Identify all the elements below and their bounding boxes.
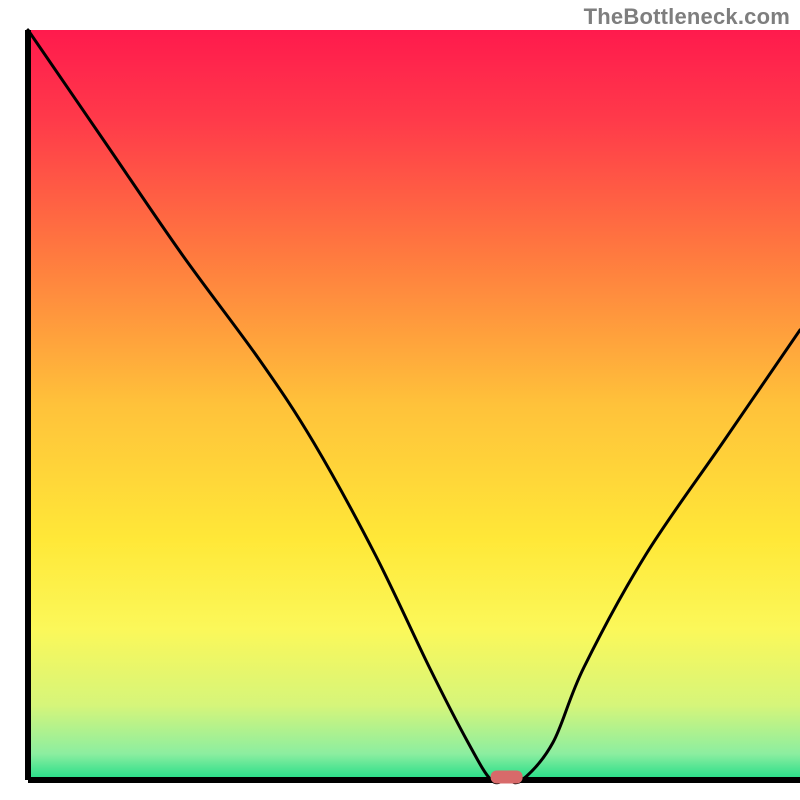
plot-background — [28, 30, 800, 780]
optimal-marker — [491, 771, 523, 784]
attribution-text: TheBottleneck.com — [584, 4, 790, 30]
bottleneck-chart — [0, 0, 800, 800]
chart-container: TheBottleneck.com — [0, 0, 800, 800]
